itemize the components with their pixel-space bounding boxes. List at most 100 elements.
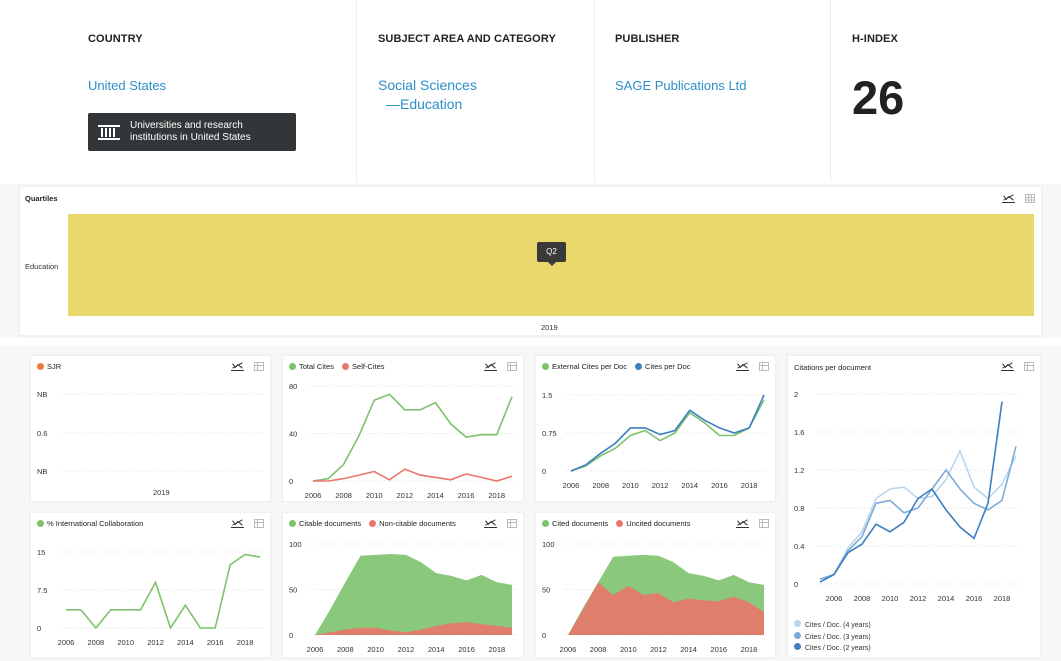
y-tick-label: 7.5	[37, 586, 47, 595]
x-tick-label: 2012	[397, 491, 414, 500]
x-tick-label: 2008	[592, 481, 609, 490]
x-tick-label: 2006	[58, 638, 75, 647]
quartiles-x-tick: 2019	[541, 323, 558, 332]
intl-collab-panel: % International Collaboration 0 7.5 15 2006…	[30, 512, 271, 658]
x-tick-label: 2008	[335, 491, 352, 500]
x-tick-label: 2016	[458, 645, 475, 654]
subject-area-link[interactable]: Social Sciences	[378, 77, 477, 93]
y-tick-label: NB	[37, 390, 47, 399]
y-tick-label: 2	[794, 390, 798, 399]
quartiles-tools	[1002, 193, 1035, 203]
x-tick-label: 2016	[966, 594, 983, 603]
series-line	[312, 393, 513, 482]
y-tick-label: 0.8	[794, 504, 804, 513]
country-heading: COUNTRY	[88, 33, 143, 45]
subject-section: SUBJECT AREA AND CATEGORY Social Science…	[356, 0, 594, 182]
x-tick-label: 2016	[711, 481, 728, 490]
series-line	[570, 399, 765, 472]
x-tick-label: 2014	[938, 594, 955, 603]
x-tick-label: 2018	[237, 638, 254, 647]
institutions-button[interactable]: Universities and research institutions i…	[88, 113, 296, 151]
y-tick-label: 0	[542, 631, 546, 640]
x-tick-label: 2008	[854, 594, 871, 603]
x-tick-label: 2010	[366, 491, 383, 500]
x-tick-label: 2018	[741, 481, 758, 490]
legend-dot	[794, 643, 801, 650]
quartile-tooltip-text: Q2	[546, 247, 557, 256]
institutions-button-label: Universities and research institutions i…	[130, 120, 251, 143]
publisher-link[interactable]: SAGE Publications Ltd	[615, 78, 747, 93]
quartile-tooltip-arrow	[548, 262, 556, 266]
y-tick-label: 50	[289, 586, 297, 595]
x-tick-label: 2006	[563, 481, 580, 490]
subject-category-link[interactable]: —Education	[386, 96, 462, 112]
journal-page: COUNTRY United States Universities and r…	[0, 0, 1061, 661]
sjr-chart: NB 0.6 NB 2019	[37, 390, 265, 497]
x-tick-label: 2006	[305, 491, 322, 500]
subject-heading: SUBJECT AREA AND CATEGORY	[378, 33, 556, 45]
x-tick-label: 2018	[489, 645, 506, 654]
x-tick-label: 2010	[117, 638, 134, 647]
x-tick-label: 2016	[458, 491, 475, 500]
y-tick-label: 0.6	[37, 429, 47, 438]
x-tick-label: 2019	[153, 488, 170, 497]
citable-docs-panel: Citable documents Non-citable documents …	[282, 512, 524, 658]
legend-item: Cites / Doc. (3 years)	[794, 631, 871, 644]
citations-per-document-chart: 0 0.4 0.8 1.2 1.6 2 2006 2008 2010 2012 2014 2016 20…	[794, 390, 1020, 603]
y-tick-label: 40	[289, 430, 297, 439]
legend-item: Cites / Doc. (2 years)	[794, 643, 871, 655]
series-line	[313, 468, 513, 482]
x-tick-label: 2010	[620, 645, 637, 654]
y-tick-label: 100	[542, 540, 555, 549]
x-tick-label: 2018	[994, 594, 1011, 603]
series-line	[819, 446, 1017, 581]
line-chart-icon[interactable]	[1002, 193, 1015, 203]
country-link[interactable]: United States	[88, 78, 166, 93]
citations-per-document-panel: Citations per document 0 0.4 0.8 1.2 1.6 2 200…	[787, 355, 1041, 658]
x-tick-label: 2012	[910, 594, 927, 603]
y-tick-label: NB	[37, 467, 47, 476]
series-line	[66, 553, 261, 630]
y-tick-label: 0	[37, 624, 41, 633]
x-tick-label: 2010	[882, 594, 899, 603]
y-tick-label: 0	[289, 631, 293, 640]
x-tick-label: 2010	[622, 481, 639, 490]
legend-dot	[794, 631, 801, 639]
table-icon[interactable]	[1025, 193, 1035, 203]
x-tick-label: 2018	[741, 645, 758, 654]
x-tick-label: 2008	[590, 645, 607, 654]
publisher-section: PUBLISHER SAGE Publications Ltd	[594, 0, 830, 182]
x-tick-label: 2008	[88, 638, 105, 647]
legend-label-4-years: Cites / Doc. (4 years)	[805, 622, 871, 629]
x-tick-label: 2012	[652, 481, 669, 490]
y-tick-label: 1.6	[794, 428, 804, 437]
x-tick-label: 2014	[177, 638, 194, 647]
cites-per-doc-panel: External Cites per Doc Cites per Doc 0 0.…	[535, 355, 776, 502]
quartiles-row-label: Education	[25, 262, 59, 271]
y-tick-label: 50	[542, 586, 550, 595]
hindex-section: H-INDEX 26	[830, 0, 1061, 182]
building-columns-icon	[98, 125, 120, 140]
y-tick-label: 0	[794, 580, 798, 589]
x-tick-label: 2006	[560, 645, 577, 654]
x-tick-label: 2008	[337, 645, 354, 654]
citable-docs-chart: 0 50 100 2006 2008 2010 2012 2014 2016 2018	[289, 540, 516, 654]
x-tick-label: 2016	[710, 645, 727, 654]
publisher-heading: PUBLISHER	[615, 33, 680, 45]
quartile-tooltip: Q2	[537, 242, 566, 262]
x-tick-label: 2012	[398, 645, 415, 654]
x-tick-label: 2014	[427, 491, 444, 500]
legend-label-3-years: Cites / Doc. (3 years)	[805, 633, 871, 641]
cites-panel: Total Cites Self-Cites 0 40 80 2006 2008 2010…	[282, 355, 524, 502]
quartiles-panel: Quartiles Education Q2 2019	[19, 186, 1042, 336]
cites-per-doc-chart: 0 0.75 1.5 2006 2008 2010 2012 2014 2016 2018	[542, 391, 768, 490]
y-tick-label: 100	[289, 540, 302, 549]
y-tick-label: 80	[289, 382, 297, 391]
x-tick-label: 2018	[488, 491, 505, 500]
citations-legend: Cites / Doc. (4 years) Cites / Doc. (3 y…	[794, 620, 871, 655]
country-section: COUNTRY United States Universities and r…	[88, 0, 356, 182]
y-tick-label: 1.5	[542, 391, 552, 400]
cites-chart: 0 40 80 2006 2008 2010 2012 2014 2016 2018	[289, 382, 516, 500]
quartiles-title: Quartiles	[25, 194, 58, 203]
cited-docs-panel: Cited documents Uncited documents 0 50 100…	[535, 512, 776, 658]
